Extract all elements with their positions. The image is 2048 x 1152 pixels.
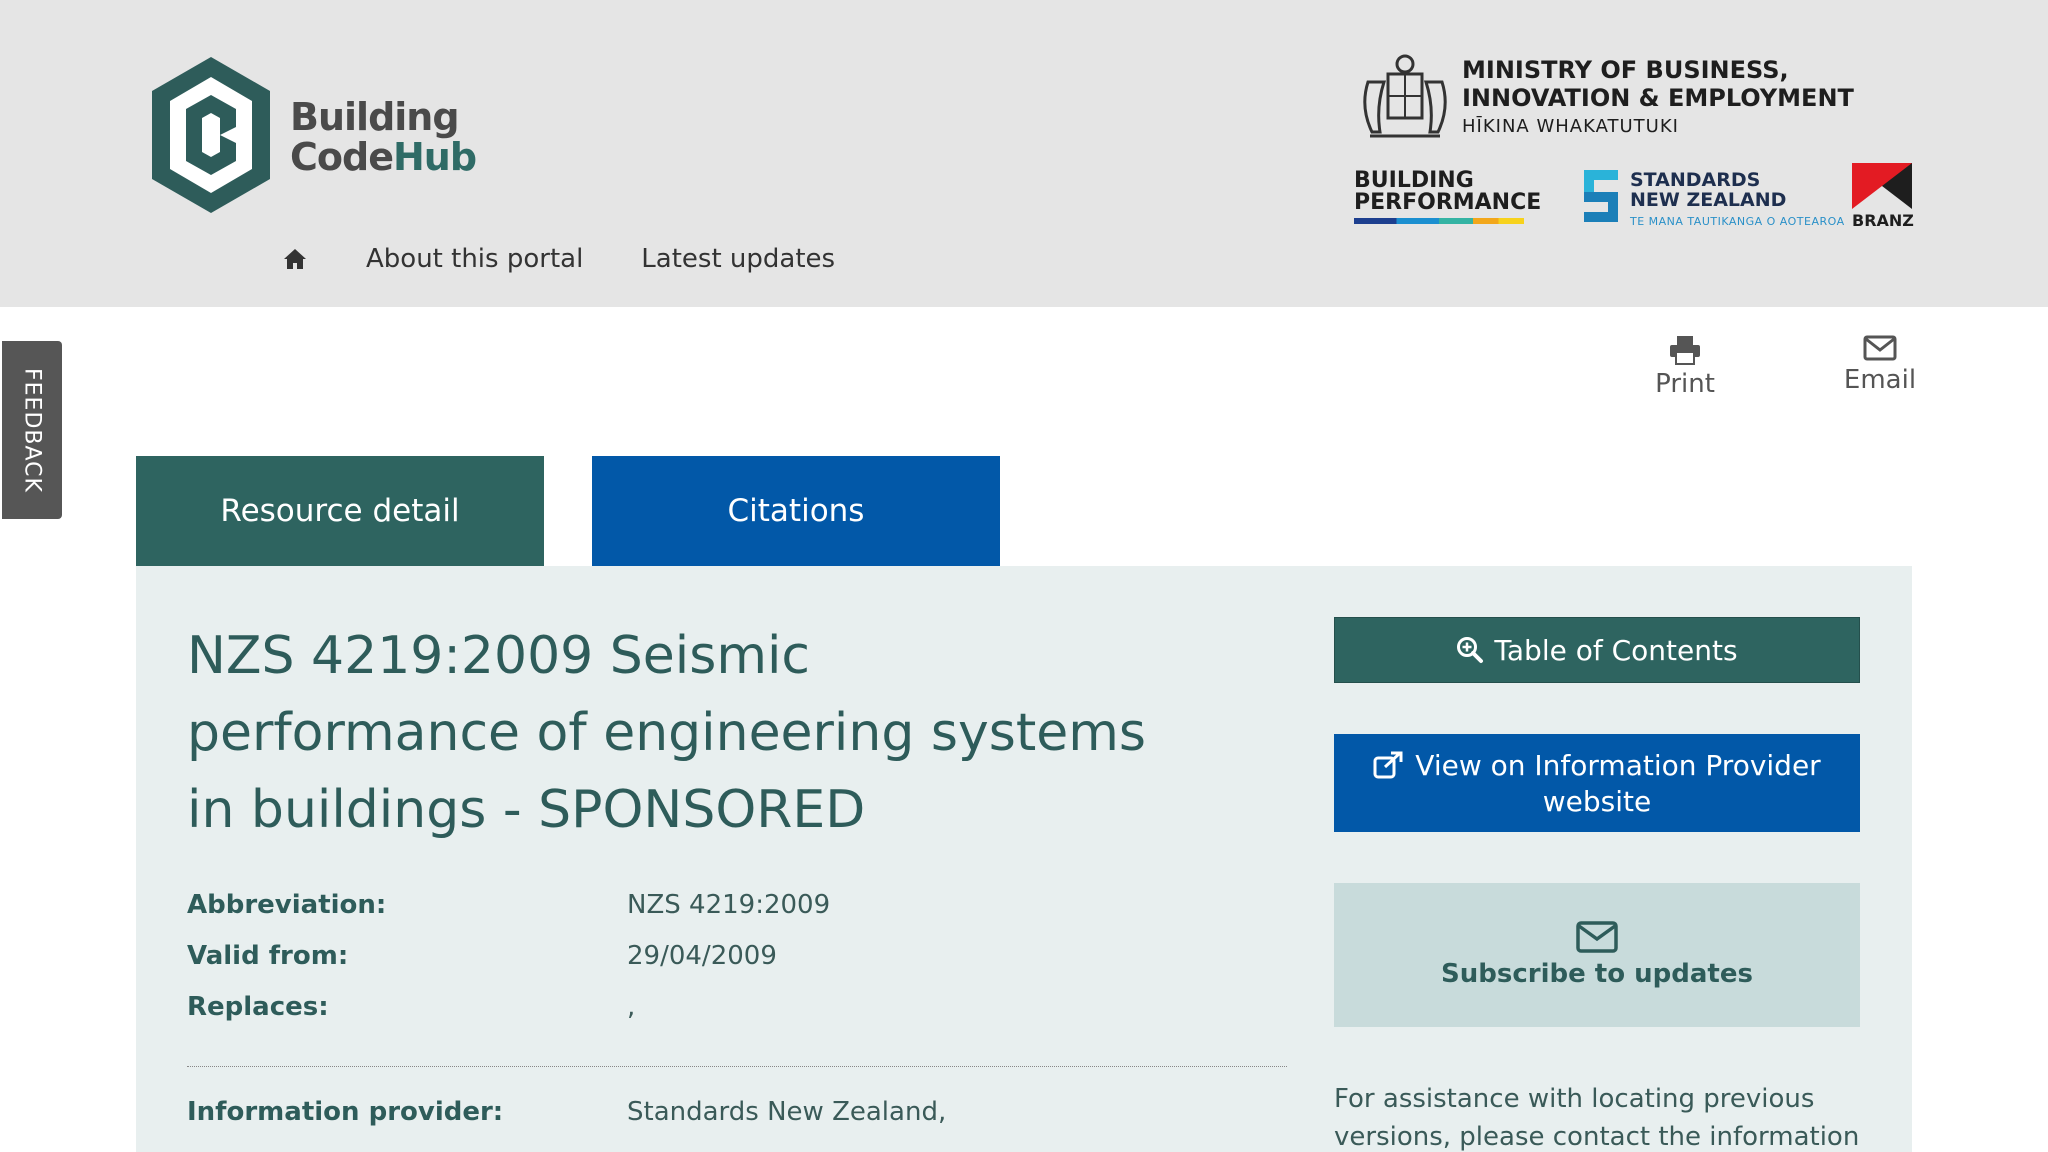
tab-resource-detail[interactable]: Resource detail	[136, 456, 544, 584]
logo-hexagon-icon	[152, 57, 270, 213]
field-label: Valid from:	[187, 941, 349, 971]
resource-title: NZS 4219:2009 Seismic performance of eng…	[187, 626, 1146, 840]
nz-coat-of-arms-icon	[1363, 54, 1447, 138]
standards-nz-mark-icon	[1584, 170, 1618, 222]
field-label: Abbreviation:	[187, 890, 387, 920]
email-button[interactable]: Email	[1840, 335, 1920, 395]
external-link-icon	[1373, 751, 1403, 779]
field-label: Replaces:	[187, 992, 329, 1022]
field-value[interactable]: Standards New Zealand,	[627, 1097, 946, 1127]
standards-nz-logo: STANDARDS NEW ZEALAND TE MANA TAUTIKANGA…	[1584, 170, 1845, 232]
home-icon[interactable]	[282, 246, 308, 272]
site-header: Building CodeHub About this portal Lates…	[0, 0, 2048, 307]
field-label: Information provider:	[187, 1097, 504, 1127]
building-performance-logo: BUILDING PERFORMANCE	[1354, 170, 1541, 224]
mbie-wordmark: MINISTRY OF BUSINESS, INNOVATION & EMPLO…	[1462, 56, 1854, 137]
nav-about-link[interactable]: About this portal	[366, 244, 583, 274]
nav-latest-updates-link[interactable]: Latest updates	[641, 244, 835, 274]
logo-wordmark: Building CodeHub	[290, 95, 477, 179]
subscribe-button[interactable]: Subscribe to updates	[1334, 883, 1860, 1027]
field-value: ,	[627, 992, 636, 1022]
assistance-text: For assistance with locating previous ve…	[1334, 1084, 1860, 1152]
main-nav: About this portal Latest updates	[282, 244, 893, 274]
print-button[interactable]: Print	[1648, 335, 1722, 399]
building-performance-bar	[1354, 218, 1524, 224]
zoom-in-icon	[1457, 637, 1484, 663]
divider	[187, 1066, 1287, 1067]
table-of-contents-button[interactable]: Table of Contents	[1334, 617, 1860, 683]
branz-mark-icon	[1852, 163, 1912, 209]
envelope-icon	[1863, 335, 1897, 361]
tab-citations[interactable]: Citations	[592, 456, 1000, 566]
building-code-hub-logo[interactable]: Building CodeHub	[148, 55, 477, 215]
feedback-tab[interactable]: FEEDBACK	[2, 341, 62, 519]
field-value: 29/04/2009	[627, 941, 777, 971]
envelope-icon	[1576, 921, 1618, 953]
field-value: NZS 4219:2009	[627, 890, 831, 920]
view-provider-website-button[interactable]: View on Information Provider website	[1334, 734, 1860, 832]
print-icon	[1670, 336, 1700, 365]
branz-logo: BRANZ	[1852, 163, 1914, 230]
